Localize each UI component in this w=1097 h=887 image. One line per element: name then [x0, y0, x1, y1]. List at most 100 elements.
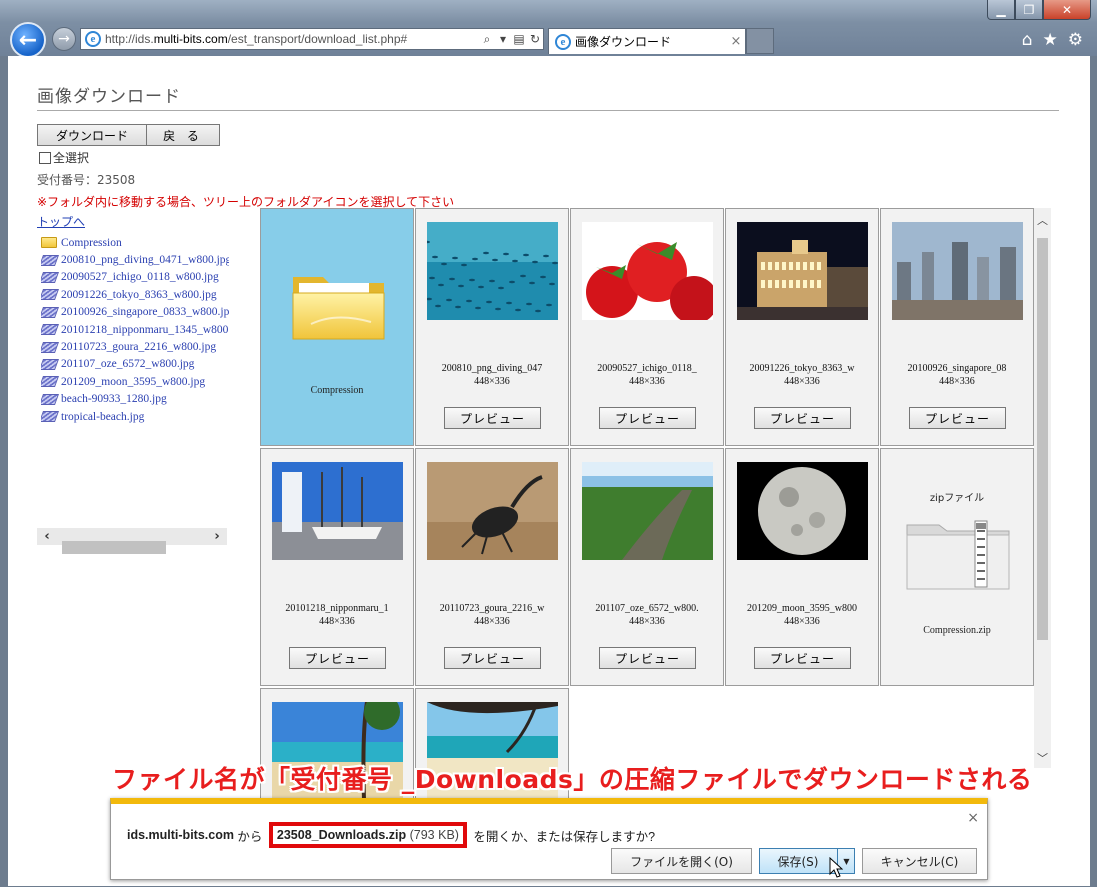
download-filename: 23508_Downloads.zip	[276, 828, 407, 842]
page-title: 画像ダウンロード	[37, 87, 181, 107]
maximize-button[interactable]: ❐	[1015, 0, 1043, 20]
forward-button[interactable]: →	[52, 27, 76, 51]
folder-icon	[292, 277, 385, 340]
tree-item[interactable]: 201209_moon_3595_w800.jpg	[41, 373, 229, 390]
home-icon[interactable]: ⌂	[1022, 30, 1033, 50]
download-question: を開くか、または保存しますか?	[469, 829, 656, 844]
image-caption: 201107_oze_6572_w800. 448×336	[575, 602, 719, 628]
tree-item[interactable]: 201107_oze_6572_w800.jpg	[41, 356, 229, 373]
address-url[interactable]: http://ids.multi-bits.com/est_transport/…	[105, 32, 479, 46]
tab-close-button[interactable]: ×	[727, 34, 745, 49]
preview-button[interactable]: プレビュー	[599, 407, 696, 429]
preview-button[interactable]: プレビュー	[444, 407, 541, 429]
tree-item[interactable]: Compression	[41, 234, 229, 251]
zip-cell[interactable]: zipファイル Compression.zip	[880, 448, 1034, 686]
scroll-left-icon[interactable]: ‹	[37, 529, 57, 544]
tree-item[interactable]: 20091226_tokyo_8363_w800.jpg	[41, 286, 229, 303]
image-name: 200810_png_diving_047	[441, 363, 543, 374]
new-tab-button[interactable]	[746, 28, 774, 54]
image-cell[interactable]: 20101218_nipponmaru_1 448×336 プレビュー	[260, 448, 414, 686]
address-bar[interactable]: e http://ids.multi-bits.com/est_transpor…	[80, 28, 544, 50]
preview-button[interactable]: プレビュー	[289, 647, 386, 669]
tree-item[interactable]: 20090527_ichigo_0118_w800.jpg	[41, 269, 229, 286]
preview-button[interactable]: プレビュー	[754, 407, 851, 429]
download-button[interactable]: ダウンロード	[37, 124, 147, 146]
image-file-icon	[41, 254, 60, 266]
image-name: 20101218_nipponmaru_1	[285, 603, 389, 614]
compat-view-icon[interactable]: ▤	[511, 31, 527, 47]
tree-item[interactable]: tropical-beach.jpg	[41, 408, 229, 425]
ie-page-icon: e	[85, 31, 101, 47]
image-caption: 20090527_ichigo_0118_ 448×336	[575, 362, 719, 388]
image-file-icon	[41, 289, 60, 301]
select-all-checkbox[interactable]: 全選択	[39, 149, 89, 166]
zip-title: zipファイル	[929, 493, 985, 504]
browser-tab[interactable]: e 画像ダウンロード ×	[548, 28, 746, 54]
tree-horizontal-scrollbar[interactable]: ‹ ›	[37, 528, 227, 554]
image-cell[interactable]: 20090527_ichigo_0118_ 448×336 プレビュー	[570, 208, 724, 446]
image-cell[interactable]: 20110723_goura_2216_w 448×336 プレビュー	[415, 448, 569, 686]
annotation-caption: ファイル名が「受付番号 _Downloads」の圧縮ファイルでダウンロードされる	[112, 765, 1033, 794]
grid-vertical-scrollbar[interactable]: ︿ ﹀	[1034, 208, 1051, 768]
scroll-right-icon[interactable]: ›	[207, 529, 227, 544]
dropdown-icon[interactable]: ▾	[495, 31, 511, 47]
checkbox-box[interactable]	[39, 151, 51, 164]
image-size: 448×336	[474, 616, 510, 627]
scroll-up-icon[interactable]: ︿	[1034, 212, 1051, 228]
tree-item-label: 201107_oze_6572_w800.jpg	[61, 358, 195, 371]
image-file-icon	[41, 306, 60, 318]
scroll-thumb[interactable]	[62, 541, 166, 554]
preview-button[interactable]: プレビュー	[909, 407, 1006, 429]
tree-item[interactable]: 20101218_nipponmaru_1345_w800.jpg	[41, 321, 229, 338]
image-cell[interactable]: 201209_moon_3595_w800 448×336 プレビュー	[725, 448, 879, 686]
zip-folder-icon	[906, 520, 1010, 590]
cancel-button[interactable]: キャンセル(C)	[862, 848, 977, 874]
image-file-icon	[41, 324, 60, 336]
image-caption: 20100926_singapore_08 448×336	[885, 362, 1029, 388]
favorites-icon[interactable]: ★	[1043, 30, 1058, 50]
tree-item-label: Compression	[61, 236, 122, 249]
image-caption: 201209_moon_3595_w800 448×336	[730, 602, 874, 628]
vertical-scroll-thumb[interactable]	[1037, 238, 1048, 640]
tree-item[interactable]: 20110723_goura_2216_w800.jpg	[41, 338, 229, 355]
minimize-button[interactable]: ▁	[987, 0, 1015, 20]
url-prefix: http://ids.	[105, 32, 154, 46]
refresh-icon[interactable]: ↻	[527, 31, 543, 47]
close-window-button[interactable]: ✕	[1043, 0, 1091, 20]
tree-item[interactable]: 20100926_singapore_0833_w800.jpg	[41, 304, 229, 321]
preview-button[interactable]: プレビュー	[444, 647, 541, 669]
image-cell[interactable]: 20091226_tokyo_8363_w 448×336 プレビュー	[725, 208, 879, 446]
image-thumbnail	[427, 462, 558, 560]
image-name: 20100926_singapore_08	[907, 363, 1007, 374]
image-caption: 20110723_goura_2216_w 448×336	[420, 602, 564, 628]
image-thumbnail	[737, 222, 868, 320]
image-cell[interactable]: 200810_png_diving_047 448×336 プレビュー	[415, 208, 569, 446]
image-caption: 200810_png_diving_047 448×336	[420, 362, 564, 388]
download-close-button[interactable]: ×	[967, 810, 979, 826]
tree-item[interactable]: 200810_png_diving_0471_w800.jpg	[41, 251, 229, 268]
download-message: ids.multi-bits.com から 23508_Downloads.zi…	[127, 822, 655, 848]
arrow-right-icon: →	[58, 31, 70, 47]
tree-item[interactable]: beach-90933_1280.jpg	[41, 391, 229, 408]
search-icon[interactable]: ⌕	[479, 31, 495, 47]
window-controls: ▁ ❐ ✕	[987, 0, 1091, 20]
top-link[interactable]: トップへ	[37, 213, 85, 230]
ie-tab-icon: e	[555, 33, 571, 50]
back-button[interactable]: ←	[10, 22, 46, 58]
image-cell[interactable]: 20100926_singapore_08 448×336 プレビュー	[880, 208, 1034, 446]
folder-cell-label: Compression	[310, 385, 364, 396]
settings-icon[interactable]: ⚙	[1068, 30, 1083, 50]
image-caption: 20101218_nipponmaru_1 448×336	[265, 602, 409, 628]
image-cell[interactable]: 201107_oze_6572_w800. 448×336 プレビュー	[570, 448, 724, 686]
preview-button[interactable]: プレビュー	[599, 647, 696, 669]
scroll-down-icon[interactable]: ﹀	[1034, 750, 1051, 766]
tab-title: 画像ダウンロード	[575, 35, 672, 49]
open-file-button[interactable]: ファイルを開く(O)	[611, 848, 752, 874]
image-name: 20090527_ichigo_0118_	[597, 363, 697, 374]
image-size: 448×336	[629, 616, 665, 627]
preview-button[interactable]: プレビュー	[754, 647, 851, 669]
save-button-label: 保存(S)	[777, 854, 819, 869]
download-file-highlight: 23508_Downloads.zip (793 KB)	[268, 822, 467, 848]
back-page-button[interactable]: 戻 る	[146, 124, 220, 146]
folder-cell[interactable]: Compression	[260, 208, 414, 446]
